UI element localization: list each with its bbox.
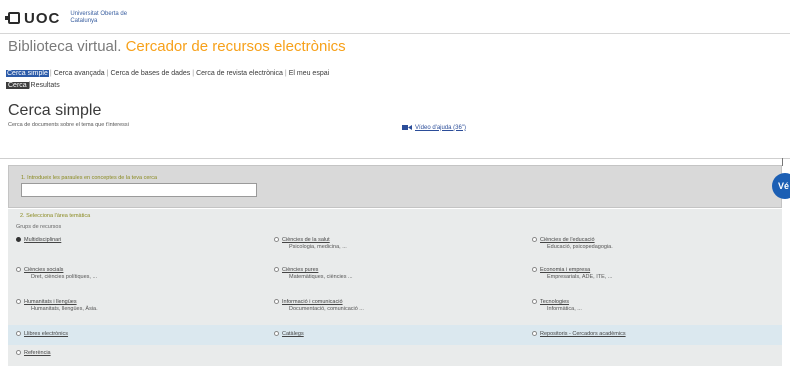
uoc-logo[interactable]: UOC Universitat Oberta de Catalunya bbox=[5, 7, 130, 29]
radio-icon[interactable] bbox=[274, 237, 279, 242]
section-heading: Cerca simple bbox=[8, 102, 102, 119]
page-title: Biblioteca virtual. Cercador de recursos… bbox=[8, 38, 346, 55]
option-description: Humanitats, llengües, Àsia. bbox=[31, 306, 98, 312]
header-divider bbox=[0, 33, 790, 34]
radio-icon[interactable] bbox=[16, 299, 21, 304]
option-tecnologies[interactable]: Tecnologies Informàtica, ... bbox=[532, 299, 582, 312]
option-ciencies-educacio[interactable]: Ciències de l'educació Educació, psicope… bbox=[532, 237, 613, 250]
resource-groups-label: Grups de recursos bbox=[16, 224, 62, 230]
keywords-panel: 1. Introdueix les paraules en conceptes … bbox=[8, 165, 782, 208]
radio-icon[interactable] bbox=[16, 237, 21, 242]
video-camera-icon bbox=[402, 125, 412, 130]
option-label[interactable]: Economia i empresa bbox=[540, 267, 590, 273]
radio-icon[interactable] bbox=[16, 350, 21, 355]
title-part2: Cercador de recursos electrònics bbox=[125, 38, 346, 55]
option-llibres-electronics[interactable]: Llibres electrònics bbox=[16, 331, 68, 337]
tab-journal-search[interactable]: Cerca de revista electrònica bbox=[195, 70, 284, 77]
option-label[interactable]: Ciències socials bbox=[24, 267, 63, 273]
video-link-label[interactable]: Vídeo d'ajuda (36") bbox=[415, 125, 466, 131]
subtab-results[interactable]: Resultats bbox=[31, 82, 60, 89]
section-divider bbox=[0, 158, 790, 159]
option-referencia[interactable]: Referència bbox=[16, 350, 51, 356]
subject-area-panel: 2. Selecciona l'àrea temàtica Grups de r… bbox=[8, 209, 782, 366]
option-label[interactable]: Repositoris - Cercadors acadèmics bbox=[540, 331, 626, 337]
option-label[interactable]: Informació i comunicació bbox=[282, 299, 343, 305]
option-economia-empresa[interactable]: Economia i empresa Empresarials, ADE, IT… bbox=[532, 267, 612, 280]
option-label[interactable]: Ciències de la salut bbox=[282, 237, 330, 243]
radio-icon[interactable] bbox=[532, 299, 537, 304]
subject-area-label: 2. Selecciona l'àrea temàtica bbox=[20, 213, 91, 219]
option-ciencies-salut[interactable]: Ciències de la salut Psicologia, medicin… bbox=[274, 237, 347, 250]
keywords-input[interactable] bbox=[21, 183, 257, 197]
option-description: Educació, psicopedagogia. bbox=[547, 244, 613, 250]
option-label[interactable]: Humanitats i llengües bbox=[24, 299, 77, 305]
option-catalegs[interactable]: Catàlegs bbox=[274, 331, 304, 337]
option-description: Matemàtiques, ciències ... bbox=[289, 274, 353, 280]
uoc-logo-icon bbox=[5, 12, 20, 24]
option-ciencies-socials[interactable]: Ciències socials Dret, ciències polítiqu… bbox=[16, 267, 97, 280]
option-label[interactable]: Llibres electrònics bbox=[24, 331, 68, 337]
radio-icon[interactable] bbox=[274, 267, 279, 272]
option-repositoris[interactable]: Repositoris - Cercadors acadèmics bbox=[532, 331, 626, 337]
tab-database-search[interactable]: Cerca de bases de dades bbox=[110, 70, 192, 77]
radio-icon[interactable] bbox=[16, 331, 21, 336]
subtab-search[interactable]: Cerca bbox=[6, 82, 29, 89]
option-label[interactable]: Ciències de l'educació bbox=[540, 237, 595, 243]
tab-advanced-search[interactable]: Cerca avançada bbox=[53, 70, 106, 77]
option-description: Dret, ciències polítiques, ... bbox=[31, 274, 98, 280]
section-description: Cerca de documents sobre el tema que t'i… bbox=[8, 122, 129, 128]
tab-separator: | bbox=[106, 70, 109, 77]
radio-icon[interactable] bbox=[532, 237, 537, 242]
option-label[interactable]: Ciències pures bbox=[282, 267, 318, 273]
option-label[interactable]: Catàlegs bbox=[282, 331, 304, 337]
title-part1: Biblioteca virtual. bbox=[8, 38, 122, 55]
option-humanitats-llengues[interactable]: Humanitats i llengües Humanitats, llengü… bbox=[16, 299, 98, 312]
radio-icon[interactable] bbox=[532, 331, 537, 336]
subtab-bar: Cerca |Resultats bbox=[6, 82, 60, 89]
option-ciencies-pures[interactable]: Ciències pures Matemàtiques, ciències ..… bbox=[274, 267, 353, 280]
radio-icon[interactable] bbox=[274, 299, 279, 304]
tab-bar: Cerca simple | Cerca avançada | Cerca de bas… bbox=[6, 70, 330, 77]
option-description: Informàtica, ... bbox=[547, 306, 582, 312]
option-label[interactable]: Tecnologies bbox=[540, 299, 569, 305]
help-video-link[interactable]: Vídeo d'ajuda (36") bbox=[402, 124, 466, 131]
option-description: Empresarials, ADE, ITE, ... bbox=[547, 274, 613, 280]
university-name: Universitat Oberta de Catalunya bbox=[70, 11, 128, 24]
option-description: Documentació, comunicació ... bbox=[289, 306, 364, 312]
keywords-label: 1. Introdueix les paraules en conceptes … bbox=[21, 175, 158, 181]
scroll-marker bbox=[782, 158, 783, 166]
highlighted-row bbox=[8, 325, 782, 345]
tab-my-space[interactable]: El meu espai bbox=[288, 70, 330, 77]
radio-icon[interactable] bbox=[16, 267, 21, 272]
option-informacio-comunicacio[interactable]: Informació i comunicació Documentació, c… bbox=[274, 299, 364, 312]
option-description: Psicologia, medicina, ... bbox=[289, 244, 347, 250]
option-label[interactable]: Multidisciplinari bbox=[24, 237, 61, 243]
tab-simple-search[interactable]: Cerca simple bbox=[6, 70, 49, 77]
radio-icon[interactable] bbox=[532, 267, 537, 272]
option-multidisciplinari[interactable]: Multidisciplinari bbox=[16, 237, 61, 243]
option-label[interactable]: Referència bbox=[24, 350, 51, 356]
logo-text: UOC bbox=[24, 9, 61, 27]
radio-icon[interactable] bbox=[274, 331, 279, 336]
